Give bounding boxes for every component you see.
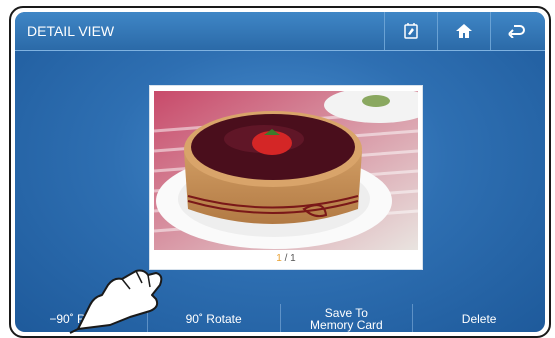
counter-current: 1 — [276, 253, 282, 264]
save-to-memory-card-button[interactable]: Save To Memory Card — [281, 304, 414, 332]
photo-counter: 1 / 1 — [150, 253, 422, 264]
photo-viewer: 1 / 1 — [150, 86, 422, 269]
save-label-line2: Memory Card — [310, 318, 383, 332]
pointing-hand-icon — [69, 269, 163, 334]
counter-total: / 1 — [284, 253, 296, 264]
home-button[interactable] — [437, 12, 490, 50]
rotate-right-label: 90˚ Rotate — [185, 312, 242, 326]
cake-photo — [154, 91, 418, 250]
save-label: Save To Memory Card — [310, 307, 383, 331]
home-icon — [456, 24, 472, 38]
edit-icon — [404, 23, 418, 39]
delete-button[interactable]: Delete — [413, 304, 545, 332]
back-button[interactable] — [490, 12, 543, 50]
photo-image[interactable] — [154, 91, 418, 250]
back-icon — [508, 25, 525, 38]
page-title: DETAIL VIEW — [27, 23, 115, 39]
edit-button[interactable] — [384, 12, 437, 50]
delete-label: Delete — [461, 312, 497, 326]
header-bar: DETAIL VIEW — [15, 12, 545, 51]
